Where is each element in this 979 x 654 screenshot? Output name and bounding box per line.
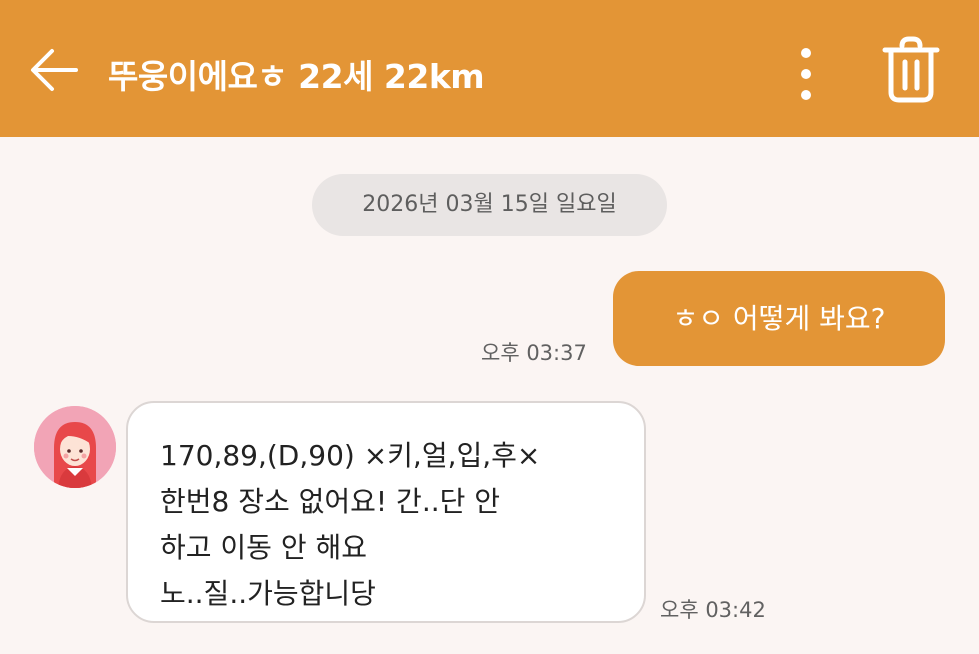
chat-title: 뚜웅이에요ㅎ 22세 22km	[108, 57, 485, 96]
incoming-message-bubble[interactable]: 170,89,(D,90) ×키,얼,입,후× 한번8 장소 없어요! 간..단…	[126, 401, 646, 623]
trash-icon	[882, 36, 940, 103]
date-separator: 2026년 03월 15일 일요일	[312, 174, 667, 236]
message-line: 170,89,(D,90) ×키,얼,입,후×	[160, 439, 541, 472]
chat-screen: 뚜웅이에요ㅎ 22세 22km 2026년 03월 15일 일요일 ㅎㅇ 어떻게…	[0, 0, 979, 654]
arrow-left-icon	[31, 49, 78, 91]
profile-avatar-button[interactable]	[34, 406, 116, 488]
more-options-button[interactable]	[786, 44, 826, 104]
message-line: 노..질..가능합니당	[160, 577, 376, 610]
message-line: 하고 이동 안 해요	[160, 531, 368, 564]
message-text: ㅎㅇ 어떻게 봐요?	[672, 302, 886, 335]
profile-avatar-icon	[34, 406, 116, 488]
chat-header: 뚜웅이에요ㅎ 22세 22km	[0, 0, 979, 137]
message-timestamp: 오후 03:42	[660, 598, 766, 622]
message-line: 한번8 장소 없어요! 간..단 안	[160, 485, 501, 518]
outgoing-message-bubble[interactable]: ㅎㅇ 어떻게 봐요?	[613, 271, 945, 366]
back-button[interactable]	[24, 40, 84, 100]
message-timestamp: 오후 03:37	[481, 341, 587, 365]
delete-chat-button[interactable]	[878, 36, 944, 106]
vertical-dots-icon	[801, 48, 811, 100]
